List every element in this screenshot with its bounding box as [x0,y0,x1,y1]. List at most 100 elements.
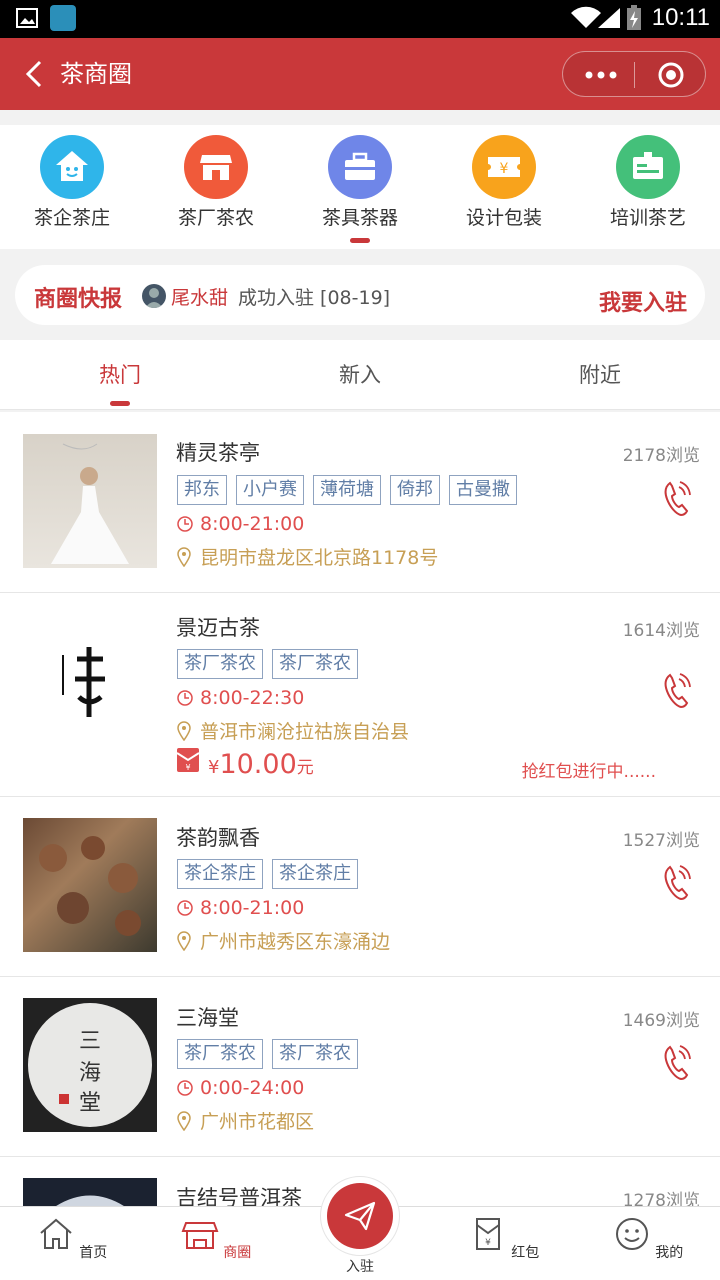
close-target-icon[interactable] [657,61,685,89]
signal-icon [598,8,620,28]
tag: 古曼撒 [449,475,517,505]
nav-bar: 茶商圈 [0,38,720,110]
opening-hours: 8:00-22:30 [176,687,304,709]
address: 昆明市盘龙区北京路1178号 [176,543,438,570]
opening-hours: 8:00-21:00 [176,897,304,919]
tag: 邦东 [177,475,227,505]
category-active-indicator [350,238,370,243]
svg-text:¥: ¥ [185,763,190,772]
shop-thumbnail [23,615,157,749]
tag-list: 茶企茶庄 茶企茶庄 [177,859,358,889]
red-packet: ¥ ¥ 10.00 元 [176,747,314,780]
list-item[interactable]: 茶韵飘香 1527浏览 茶企茶庄 茶企茶庄 8:00-21:00 广州市越秀区东… [0,797,720,977]
tab-new[interactable]: 新入 [240,340,480,410]
tag-list: 茶厂茶农 茶厂茶农 [177,1039,358,1069]
category-label: 茶厂茶农 [177,207,254,229]
hours-text: 8:00-22:30 [200,687,305,709]
address-text: 昆明市盘龙区北京路1178号 [200,547,439,569]
list-item[interactable]: 三海堂 三海堂 1469浏览 茶厂茶农 茶厂茶农 0:00-24:00 广州市花… [0,977,720,1157]
list-tabs: 热门 新入 附近 [0,340,720,410]
join-fab-button[interactable] [320,1176,400,1256]
list-item[interactable]: 景迈古茶 1614浏览 茶厂茶农 茶厂茶农 8:00-22:30 普洱市澜沧拉祜… [0,593,720,797]
nav-business-circle[interactable]: 商圈 [144,1215,288,1262]
packet-unit: 元 [296,758,314,778]
hours-text: 8:00-21:00 [200,897,305,919]
clock-icon [177,516,193,532]
opening-hours: 8:00-21:00 [176,513,304,535]
nav-label: 入驻 [346,1259,374,1275]
tag: 茶厂茶农 [177,1039,263,1069]
category-tea-ware[interactable]: 茶具茶器 [288,135,432,243]
packet-status: 抢红包进行中...... [521,762,656,782]
battery-icon [627,5,641,30]
home-icon [40,1218,72,1249]
paper-plane-icon [344,1201,376,1231]
news-tag: 商圈快报 [34,287,123,312]
house-face-icon [40,135,104,199]
shop-thumbnail: 三海堂 [23,998,157,1132]
hours-text: 8:00-21:00 [200,513,305,535]
tab-nearby[interactable]: 附近 [480,340,720,410]
news-text: 成功入驻 [08-19] [238,287,391,309]
app-notification-icon [50,5,76,31]
more-dots-icon[interactable] [581,64,621,86]
tag: 茶厂茶农 [272,649,358,679]
id-card-icon [616,135,680,199]
shop-icon [184,135,248,199]
news-ticker: 商圈快报 尾水甜 成功入驻 [08-19] 我要入驻 [15,265,705,325]
phone-icon[interactable] [660,479,692,519]
phone-icon[interactable] [660,671,692,711]
list-item[interactable]: 精灵茶亭 2178浏览 邦东 小户赛 薄荷塘 倚邦 古曼撒 8:00-21:00… [0,412,720,593]
page-title: 茶商圈 [60,60,132,88]
view-count: 1278浏览 [622,1191,700,1206]
category-label: 设计包装 [465,207,542,229]
shop-thumbnail [23,1178,157,1206]
fab-circle [327,1183,393,1249]
back-arrow-icon[interactable] [18,56,54,92]
image-icon [16,8,38,28]
ticket-yen-icon: ¥ [472,135,536,199]
nav-label: 红包 [511,1245,540,1261]
category-design-packaging[interactable]: ¥ 设计包装 [432,135,576,230]
category-bar: 茶企茶庄 茶厂茶农 茶具茶器 ¥ 设计包装 培训茶艺 [0,125,720,249]
tag: 茶厂茶农 [272,1039,358,1069]
svg-text:堂: 堂 [79,1091,101,1116]
packet-amount: 10.00 [219,749,297,780]
avatar [142,284,166,308]
nav-home[interactable]: 首页 [0,1215,144,1262]
tag: 倚邦 [390,475,440,505]
join-button[interactable]: 我要入驻 [599,285,687,317]
tag: 茶厂茶农 [177,649,263,679]
currency-symbol: ¥ [208,757,220,778]
tab-hot[interactable]: 热门 [0,340,240,410]
red-packet-icon: ¥ [475,1218,500,1250]
tag-list: 茶厂茶农 茶厂茶农 [177,649,358,679]
tab-indicator [110,401,130,406]
phone-icon[interactable] [660,863,692,903]
news-user-name: 尾水甜 [171,287,229,309]
location-pin-icon [177,720,191,741]
svg-text:¥: ¥ [485,1238,491,1248]
status-bar: 10:11 [0,0,720,38]
phone-icon[interactable] [660,1043,692,1083]
location-pin-icon [177,1110,191,1131]
category-tea-factory[interactable]: 茶厂茶农 [144,135,288,230]
category-training[interactable]: 培训茶艺 [576,135,720,230]
tag: 小户赛 [236,475,304,505]
svg-text:¥: ¥ [500,161,509,177]
category-label: 培训茶艺 [609,207,686,229]
clock-icon [177,900,193,916]
category-tea-company[interactable]: 茶企茶庄 [0,135,144,230]
shop-name: 三海堂 [176,1006,239,1030]
capsule-divider [634,62,635,88]
location-pin-icon [177,546,191,567]
svg-text:三: 三 [79,1029,101,1054]
tag-list: 邦东 小户赛 薄荷塘 倚邦 古曼撒 [177,475,517,505]
nav-profile[interactable]: 我的 [576,1215,720,1262]
nav-red-packet[interactable]: ¥ 红包 [432,1215,576,1262]
address: 普洱市澜沧拉祜族自治县 [176,717,409,744]
shop-name: 茶韵飘香 [176,826,260,850]
mini-program-capsule [562,51,706,97]
toolbox-icon [328,135,392,199]
shop-thumbnail [23,434,157,568]
